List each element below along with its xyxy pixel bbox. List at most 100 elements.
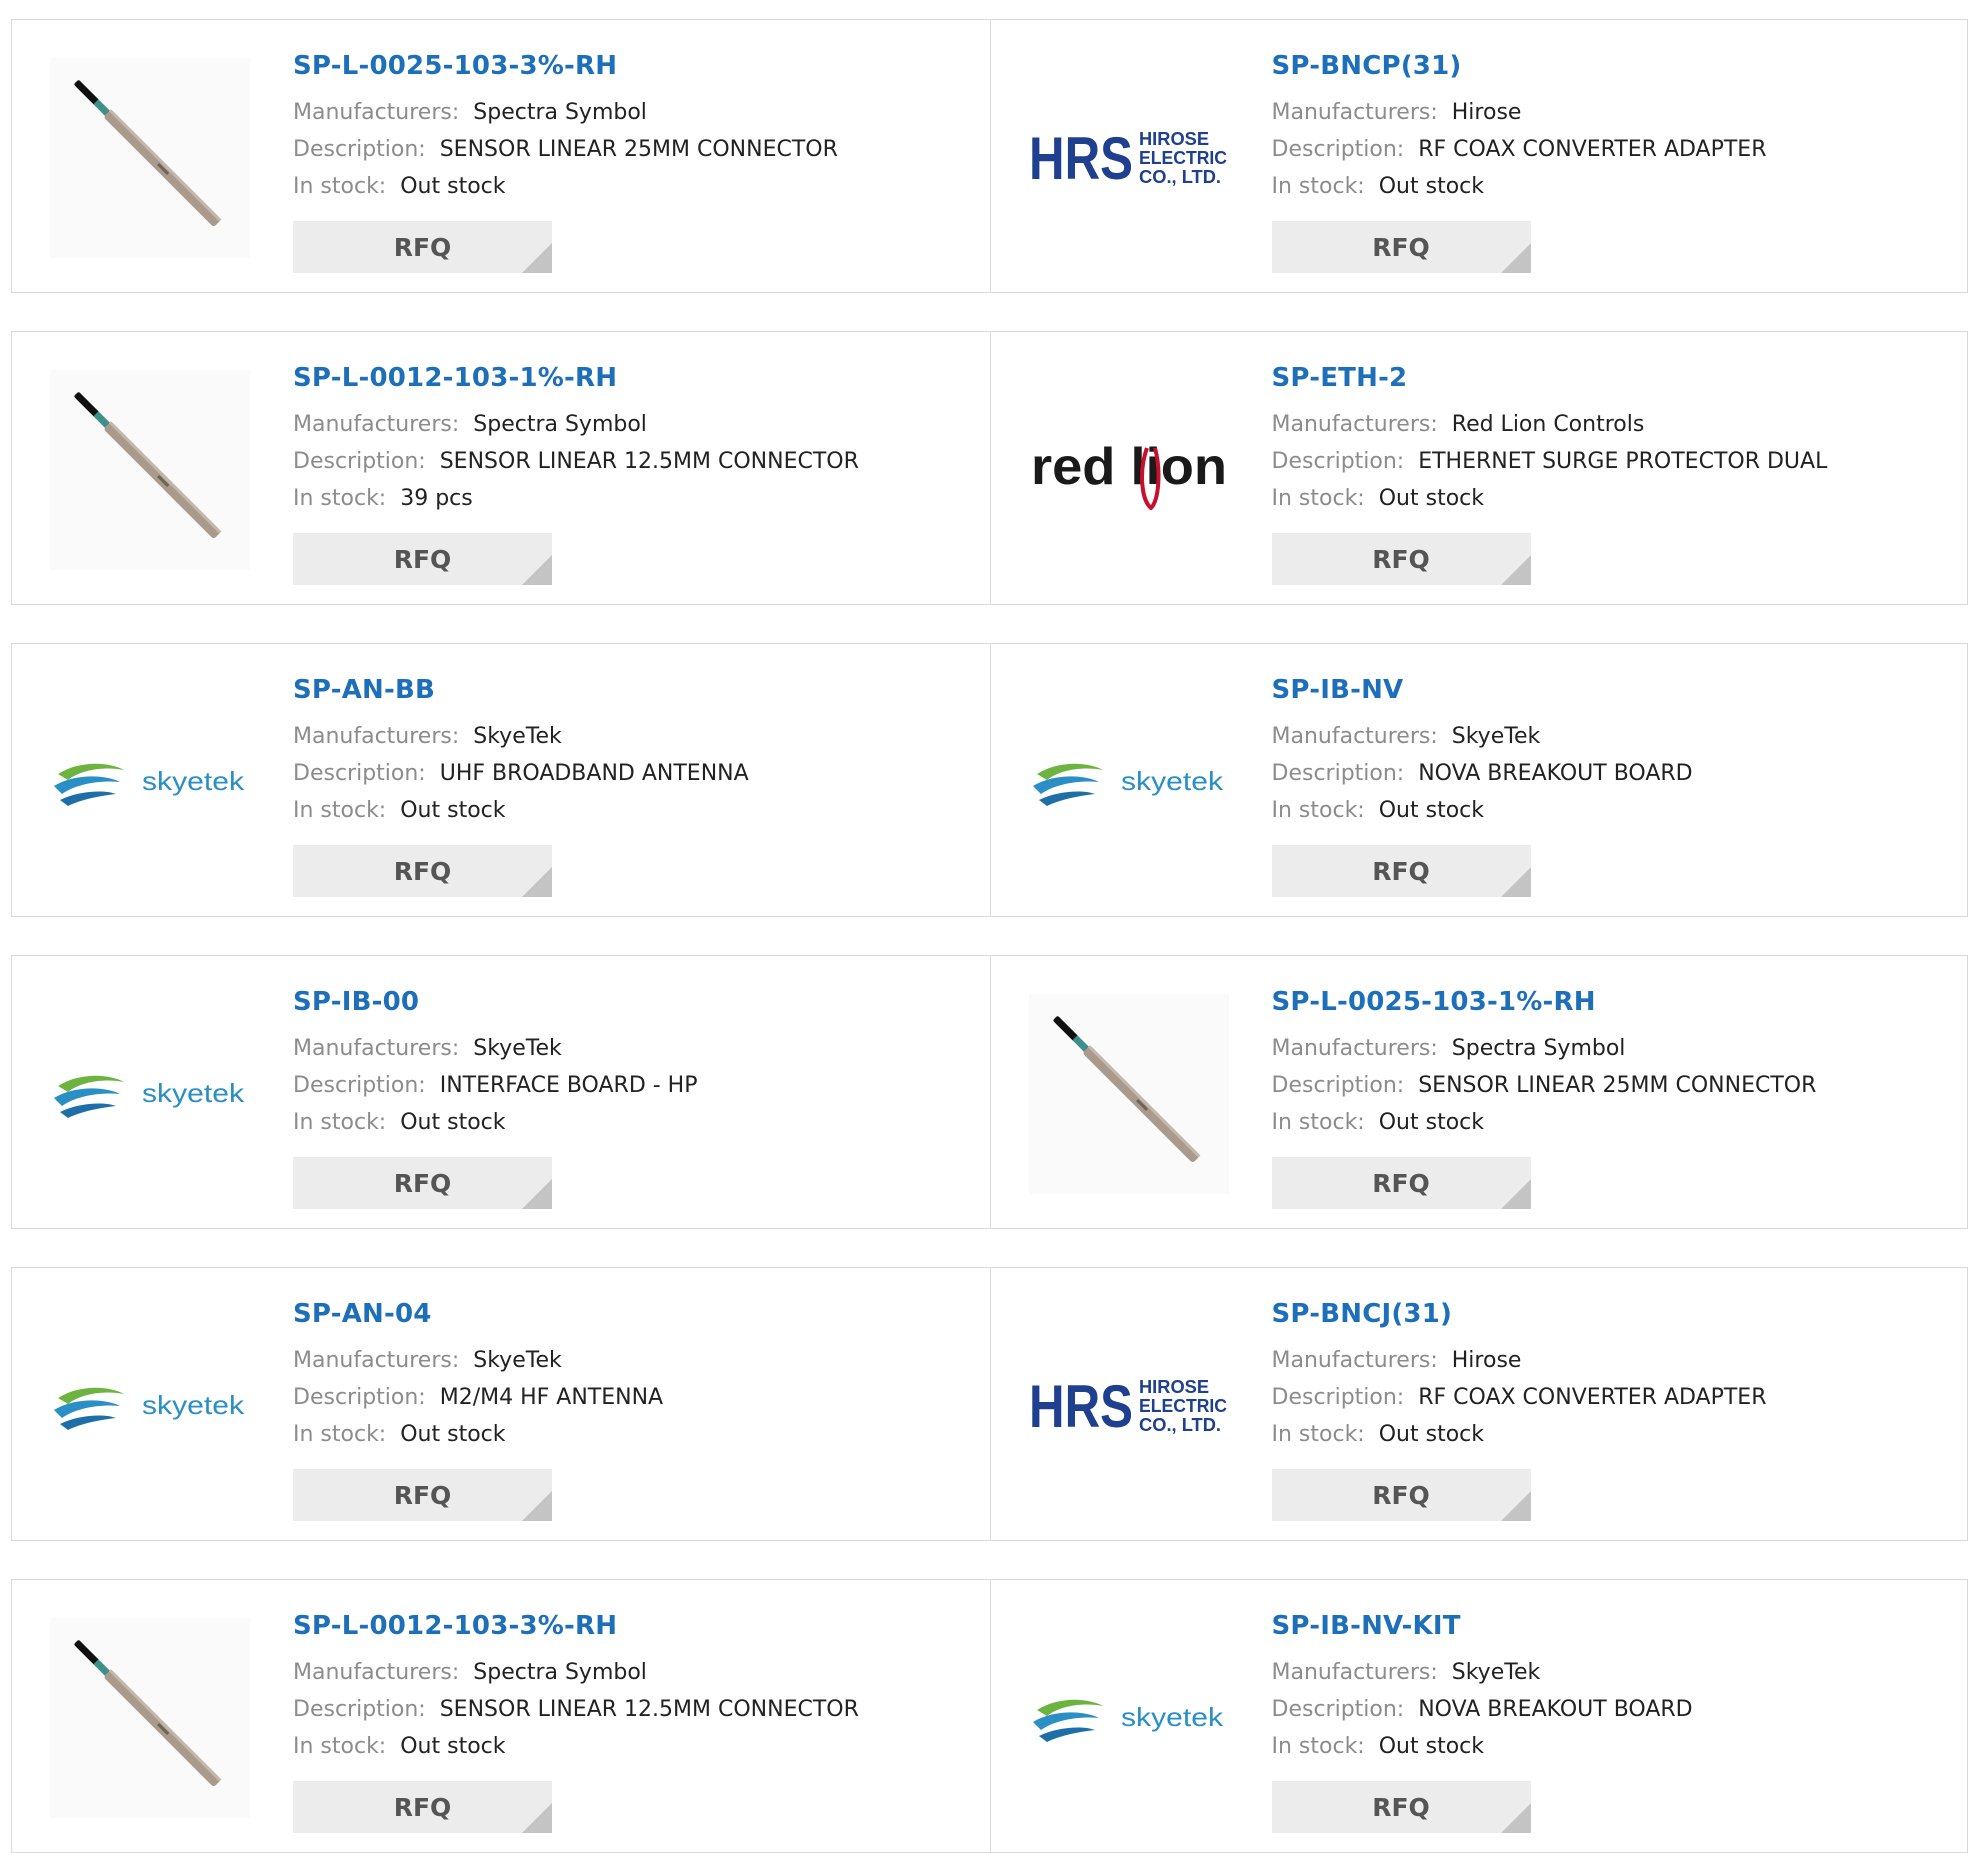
part-number-link[interactable]: SP-L-0025-103-1%-RH: [1272, 986, 1958, 1018]
product-thumbnail[interactable]: skyetek: [50, 1306, 250, 1506]
rfq-button[interactable]: RFQ: [293, 845, 552, 897]
rfq-button[interactable]: RFQ: [293, 1157, 552, 1209]
part-number-link[interactable]: SP-IB-NV-KIT: [1272, 1610, 1958, 1642]
product-thumbnail[interactable]: [50, 1618, 250, 1818]
product-info: SP-ETH-2 Manufacturers: Red Lion Controls…: [1272, 362, 1958, 517]
manufacturer-line: Manufacturers: SkyeTek: [293, 718, 980, 755]
stock-label: In stock:: [1271, 1422, 1365, 1447]
stock-value: 39 pcs: [400, 486, 473, 511]
product-thumbnail[interactable]: HRS HIROSE ELECTRIC CO., LTD.: [1029, 1306, 1229, 1506]
product-thumbnail[interactable]: skyetek: [50, 994, 250, 1194]
manufacturer-value: SkyeTek: [473, 724, 562, 749]
product-thumbnail[interactable]: red lion: [1029, 370, 1229, 570]
manufacturer-value: Hirose: [1451, 100, 1522, 125]
manufacturer-value: SkyeTek: [473, 1036, 562, 1061]
part-number-link[interactable]: SP-L-0012-103-3%-RH: [293, 1610, 980, 1642]
rfq-button[interactable]: RFQ: [293, 221, 552, 273]
manufacturer-label: Manufacturers:: [293, 1348, 460, 1373]
product-card: skyetek SP-AN-BB Manufacturers: SkyeTek D…: [12, 644, 990, 916]
product-thumbnail[interactable]: [50, 58, 250, 258]
product-thumbnail[interactable]: skyetek: [1029, 682, 1229, 882]
manufacturer-line: Manufacturers: Spectra Symbol: [1272, 1030, 1958, 1067]
skyetek-wordmark: skyetek: [1121, 766, 1224, 796]
manufacturer-line: Manufacturers: Hirose: [1272, 1342, 1958, 1379]
hirose-mark: HRS: [1029, 1373, 1133, 1440]
stock-line: In stock: Out stock: [1272, 1104, 1958, 1141]
rfq-button[interactable]: RFQ: [293, 1469, 552, 1521]
description-value: SENSOR LINEAR 12.5MM CONNECTOR: [439, 449, 859, 474]
manufacturer-line: Manufacturers: Hirose: [1272, 94, 1958, 131]
rfq-button-label: RFQ: [393, 856, 452, 886]
product-info: SP-IB-NV-KIT Manufacturers: SkyeTek Descr…: [1272, 1610, 1958, 1765]
description-label: Description:: [1271, 1697, 1405, 1722]
stock-value: Out stock: [400, 1110, 506, 1135]
part-number-link[interactable]: SP-ETH-2: [1272, 362, 1958, 394]
skyetek-logo-icon: skyetek: [54, 1387, 245, 1430]
part-number-link[interactable]: SP-BNCJ(31): [1272, 1298, 1958, 1330]
description-line: Description: SENSOR LINEAR 12.5MM CONNECT…: [293, 1691, 980, 1728]
product-thumbnail[interactable]: HRS HIROSE ELECTRIC CO., LTD.: [1029, 58, 1229, 258]
stock-line: In stock: Out stock: [293, 792, 980, 829]
part-number-link[interactable]: SP-AN-04: [293, 1298, 980, 1330]
description-value: NOVA BREAKOUT BOARD: [1418, 761, 1693, 786]
rfq-button[interactable]: RFQ: [1271, 1781, 1531, 1833]
stock-value: Out stock: [1378, 1734, 1484, 1759]
rfq-button[interactable]: RFQ: [1271, 1469, 1531, 1521]
part-number-link[interactable]: SP-L-0012-103-1%-RH: [293, 362, 980, 394]
product-info: SP-AN-04 Manufacturers: SkyeTek Descripti…: [293, 1298, 980, 1453]
description-label: Description:: [1271, 1073, 1405, 1098]
stock-label: In stock:: [293, 486, 387, 511]
stock-label: In stock:: [1271, 1110, 1365, 1135]
product-row: SP-L-0025-103-3%-RH Manufacturers: Spectr…: [11, 19, 1968, 293]
part-number-link[interactable]: SP-IB-00: [293, 986, 980, 1018]
product-row: SP-L-0012-103-3%-RH Manufacturers: Spectr…: [11, 1579, 1968, 1853]
description-label: Description:: [293, 1697, 426, 1722]
description-line: Description: M2/M4 HF ANTENNA: [293, 1379, 980, 1416]
hirose-line2: ELECTRIC: [1139, 148, 1227, 168]
rfq-button-label: RFQ: [393, 1792, 452, 1822]
rfq-button[interactable]: RFQ: [1271, 1157, 1531, 1209]
rfq-button[interactable]: RFQ: [293, 1781, 552, 1833]
stock-line: In stock: Out stock: [1272, 1416, 1958, 1453]
product-info: SP-IB-00 Manufacturers: SkyeTek Descripti…: [293, 986, 980, 1141]
product-thumbnail[interactable]: skyetek: [1029, 1618, 1229, 1818]
description-line: Description: RF COAX CONVERTER ADAPTER: [1272, 1379, 1958, 1416]
stock-value: Out stock: [1378, 174, 1484, 199]
description-line: Description: INTERFACE BOARD - HP: [293, 1067, 980, 1104]
manufacturer-line: Manufacturers: Spectra Symbol: [293, 406, 980, 443]
rfq-corner-decoration: [1500, 1491, 1531, 1521]
rfq-corner-decoration: [522, 243, 552, 273]
product-thumbnail[interactable]: [50, 370, 250, 570]
manufacturer-line: Manufacturers: SkyeTek: [293, 1342, 980, 1379]
part-number-link[interactable]: SP-AN-BB: [293, 674, 980, 706]
rfq-button[interactable]: RFQ: [1271, 845, 1531, 897]
rfq-corner-decoration: [522, 1491, 552, 1521]
manufacturer-line: Manufacturers: Spectra Symbol: [293, 94, 980, 131]
stock-value: Out stock: [400, 1734, 506, 1759]
rfq-button[interactable]: RFQ: [1271, 221, 1531, 273]
manufacturer-label: Manufacturers:: [293, 100, 460, 125]
manufacturer-label: Manufacturers:: [1271, 1348, 1438, 1373]
description-label: Description:: [1271, 137, 1405, 162]
description-value: NOVA BREAKOUT BOARD: [1418, 1697, 1693, 1722]
manufacturer-value: Spectra Symbol: [1451, 1036, 1626, 1061]
product-row: skyetek SP-AN-BB Manufacturers: SkyeTek D…: [11, 643, 1968, 917]
rfq-button[interactable]: RFQ: [1271, 533, 1531, 585]
description-value: UHF BROADBAND ANTENNA: [439, 761, 749, 786]
description-value: M2/M4 HF ANTENNA: [439, 1385, 664, 1410]
part-number-link[interactable]: SP-L-0025-103-3%-RH: [293, 50, 980, 82]
product-thumbnail[interactable]: [1028, 994, 1229, 1194]
rfq-button[interactable]: RFQ: [293, 533, 552, 585]
rfq-button-label: RFQ: [1372, 1480, 1430, 1510]
rfq-button-label: RFQ: [393, 544, 452, 574]
part-number-link[interactable]: SP-BNCP(31): [1272, 50, 1958, 82]
part-number-link[interactable]: SP-IB-NV: [1272, 674, 1958, 706]
description-label: Description:: [293, 1073, 426, 1098]
rfq-corner-decoration: [1500, 243, 1531, 273]
product-thumbnail[interactable]: skyetek: [50, 682, 250, 882]
stock-label: In stock:: [293, 1422, 387, 1447]
rfq-button-label: RFQ: [1372, 544, 1430, 574]
product-info: SP-BNCJ(31) Manufacturers: Hirose Descrip…: [1272, 1298, 1958, 1453]
manufacturer-line: Manufacturers: Spectra Symbol: [293, 1654, 980, 1691]
hirose-logo-icon: HRS HIROSE ELECTRIC CO., LTD.: [1029, 125, 1227, 192]
